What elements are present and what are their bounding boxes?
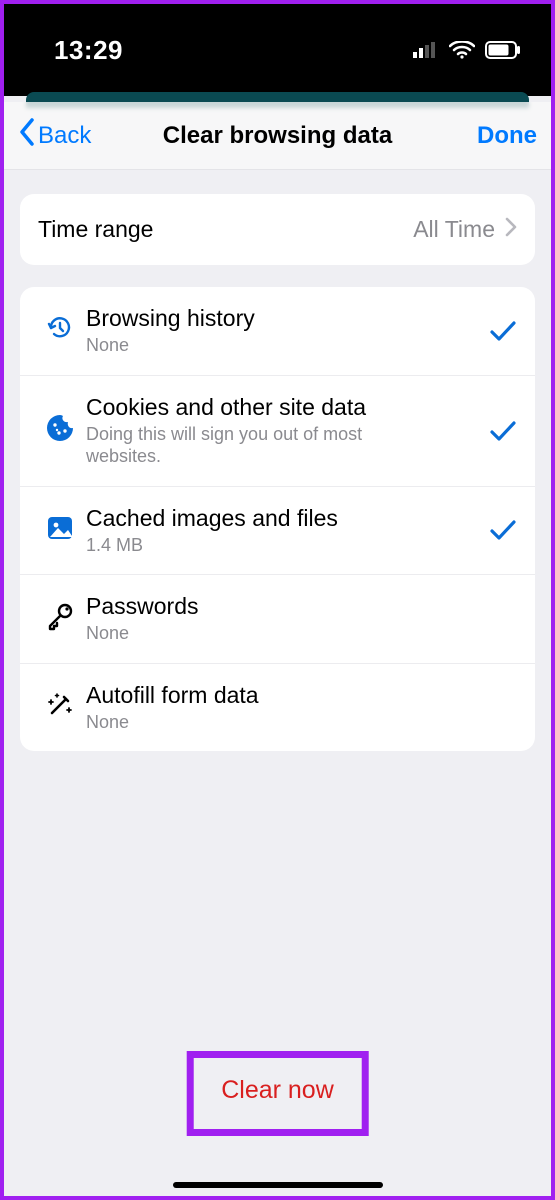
annotation-highlight: Clear now <box>186 1051 369 1136</box>
back-button[interactable]: Back <box>18 118 91 153</box>
checkmark-icon <box>489 518 517 542</box>
status-icons <box>413 41 521 59</box>
status-time: 13:29 <box>54 35 123 66</box>
content: Time range All Time Browsing history Non… <box>4 170 551 751</box>
wifi-icon <box>449 41 475 59</box>
cellular-icon <box>413 42 439 58</box>
time-range-row[interactable]: Time range All Time <box>20 194 535 265</box>
home-indicator[interactable] <box>173 1182 383 1188</box>
wand-icon <box>45 690 75 725</box>
item-cookies[interactable]: Cookies and other site data Doing this w… <box>20 375 535 486</box>
clear-now-container: Clear now <box>186 1051 369 1136</box>
item-autofill[interactable]: Autofill form data None <box>20 663 535 752</box>
item-sub: None <box>86 622 396 645</box>
key-icon <box>45 601 75 636</box>
chevron-left-icon <box>18 118 36 153</box>
history-icon <box>46 314 74 347</box>
cookie-icon <box>45 413 75 448</box>
checkmark-icon <box>489 419 517 443</box>
item-sub: 1.4 MB <box>86 534 396 557</box>
time-range-value: All Time <box>413 216 495 243</box>
image-icon <box>46 514 74 547</box>
item-cached[interactable]: Cached images and files 1.4 MB <box>20 486 535 575</box>
item-sub: Doing this will sign you out of most web… <box>86 423 396 468</box>
status-bar: 13:29 <box>4 4 551 96</box>
back-label: Back <box>38 122 91 150</box>
time-range-card: Time range All Time <box>20 194 535 265</box>
page-title: Clear browsing data <box>163 122 392 150</box>
item-passwords[interactable]: Passwords None <box>20 574 535 663</box>
item-label: Passwords <box>86 593 517 620</box>
item-browsing-history[interactable]: Browsing history None <box>20 287 535 375</box>
done-button[interactable]: Done <box>477 122 537 150</box>
checkmark-icon <box>489 319 517 343</box>
item-label: Cookies and other site data <box>86 394 489 421</box>
nav-header: Back Clear browsing data Done <box>4 102 551 170</box>
item-sub: None <box>86 334 396 357</box>
clear-now-button[interactable]: Clear now <box>221 1076 334 1104</box>
item-label: Autofill form data <box>86 682 517 709</box>
phone-frame: 13:29 <box>4 4 551 1196</box>
item-label: Browsing history <box>86 305 489 332</box>
item-label: Cached images and files <box>86 505 489 532</box>
chevron-right-icon <box>505 217 517 242</box>
data-items-card: Browsing history None Cookies and other … <box>20 287 535 751</box>
time-range-label: Time range <box>38 216 153 243</box>
battery-icon <box>485 41 521 59</box>
item-sub: None <box>86 711 396 734</box>
